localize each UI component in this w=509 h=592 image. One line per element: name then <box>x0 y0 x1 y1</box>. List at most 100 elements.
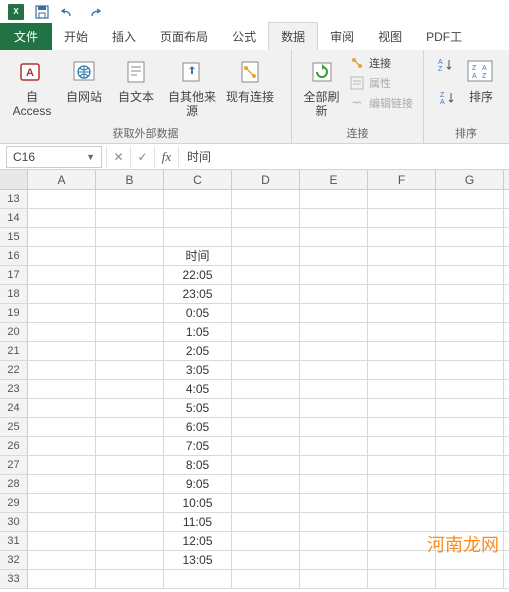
cell[interactable]: 23:05 <box>164 285 232 303</box>
cell[interactable] <box>96 266 164 284</box>
cell[interactable] <box>436 342 504 360</box>
accept-formula-button[interactable]: ✓ <box>130 146 154 168</box>
cell[interactable] <box>96 285 164 303</box>
cell[interactable]: 2:05 <box>164 342 232 360</box>
cell[interactable] <box>300 551 368 569</box>
cell[interactable] <box>164 228 232 246</box>
cell[interactable] <box>28 532 96 550</box>
properties-button[interactable]: 属性 <box>347 74 415 92</box>
cell[interactable] <box>28 285 96 303</box>
existing-conn-button[interactable]: 现有连接 <box>224 54 276 106</box>
redo-button[interactable] <box>82 1 106 23</box>
cell[interactable] <box>28 209 96 227</box>
cell[interactable] <box>164 209 232 227</box>
cell[interactable] <box>28 361 96 379</box>
cell[interactable] <box>368 475 436 493</box>
cell[interactable] <box>28 494 96 512</box>
cell[interactable] <box>96 437 164 455</box>
cell[interactable] <box>300 494 368 512</box>
row-header[interactable]: 26 <box>0 437 28 455</box>
cell[interactable] <box>436 437 504 455</box>
cell[interactable] <box>96 494 164 512</box>
cell[interactable] <box>28 456 96 474</box>
from-other-button[interactable]: 自其他来源 <box>164 54 220 121</box>
row-header[interactable]: 27 <box>0 456 28 474</box>
cell[interactable] <box>28 247 96 265</box>
cell[interactable] <box>368 209 436 227</box>
tab-home[interactable]: 开始 <box>52 23 100 50</box>
cell[interactable] <box>300 475 368 493</box>
tab-review[interactable]: 审阅 <box>318 23 366 50</box>
cell[interactable] <box>300 513 368 531</box>
row-header[interactable]: 15 <box>0 228 28 246</box>
col-header[interactable]: F <box>368 170 436 189</box>
row-header[interactable]: 31 <box>0 532 28 550</box>
cell[interactable] <box>300 266 368 284</box>
cell[interactable] <box>96 513 164 531</box>
cell[interactable] <box>232 551 300 569</box>
cell[interactable]: 5:05 <box>164 399 232 417</box>
cell[interactable] <box>300 342 368 360</box>
from-text-button[interactable]: 自文本 <box>112 54 160 106</box>
cell[interactable] <box>436 228 504 246</box>
cell[interactable] <box>300 418 368 436</box>
row-header[interactable]: 17 <box>0 266 28 284</box>
cell[interactable] <box>232 342 300 360</box>
cell[interactable] <box>300 285 368 303</box>
row-header[interactable]: 22 <box>0 361 28 379</box>
select-all-corner[interactable] <box>0 170 28 189</box>
col-header[interactable]: G <box>436 170 504 189</box>
cell[interactable] <box>368 570 436 588</box>
cell[interactable] <box>436 456 504 474</box>
tab-formulas[interactable]: 公式 <box>220 23 268 50</box>
cell[interactable] <box>232 266 300 284</box>
from-web-button[interactable]: 自网站 <box>60 54 108 106</box>
row-header[interactable]: 20 <box>0 323 28 341</box>
cell[interactable] <box>96 228 164 246</box>
cell[interactable] <box>96 418 164 436</box>
cell[interactable] <box>232 456 300 474</box>
cell[interactable] <box>28 437 96 455</box>
col-header[interactable]: E <box>300 170 368 189</box>
cell[interactable] <box>232 323 300 341</box>
cell[interactable]: 时间 <box>164 247 232 265</box>
cell[interactable] <box>28 228 96 246</box>
cell[interactable] <box>436 399 504 417</box>
row-header[interactable]: 30 <box>0 513 28 531</box>
row-header[interactable]: 29 <box>0 494 28 512</box>
cell[interactable] <box>300 209 368 227</box>
cell[interactable] <box>28 304 96 322</box>
cell[interactable] <box>28 513 96 531</box>
cell[interactable] <box>96 532 164 550</box>
cell[interactable]: 12:05 <box>164 532 232 550</box>
cell[interactable] <box>96 323 164 341</box>
cell[interactable] <box>232 380 300 398</box>
cancel-formula-button[interactable]: ✕ <box>106 146 130 168</box>
cell[interactable] <box>368 551 436 569</box>
cell[interactable] <box>28 266 96 284</box>
col-header[interactable]: D <box>232 170 300 189</box>
cell[interactable] <box>232 513 300 531</box>
cell[interactable] <box>368 418 436 436</box>
cell[interactable] <box>300 190 368 208</box>
cell[interactable] <box>436 380 504 398</box>
cell[interactable]: 9:05 <box>164 475 232 493</box>
cell[interactable] <box>436 361 504 379</box>
cell[interactable] <box>28 570 96 588</box>
cell[interactable] <box>300 323 368 341</box>
row-header[interactable]: 21 <box>0 342 28 360</box>
cell[interactable] <box>300 399 368 417</box>
app-icon[interactable]: X <box>4 1 28 23</box>
cell[interactable] <box>28 399 96 417</box>
cell[interactable]: 13:05 <box>164 551 232 569</box>
cell[interactable] <box>232 475 300 493</box>
cell[interactable] <box>300 570 368 588</box>
cell[interactable] <box>96 380 164 398</box>
row-header[interactable]: 16 <box>0 247 28 265</box>
cell[interactable] <box>436 266 504 284</box>
cell[interactable] <box>436 494 504 512</box>
row-header[interactable]: 13 <box>0 190 28 208</box>
cell[interactable] <box>300 228 368 246</box>
tab-pdf[interactable]: PDF工 <box>414 23 474 50</box>
cell[interactable] <box>96 209 164 227</box>
